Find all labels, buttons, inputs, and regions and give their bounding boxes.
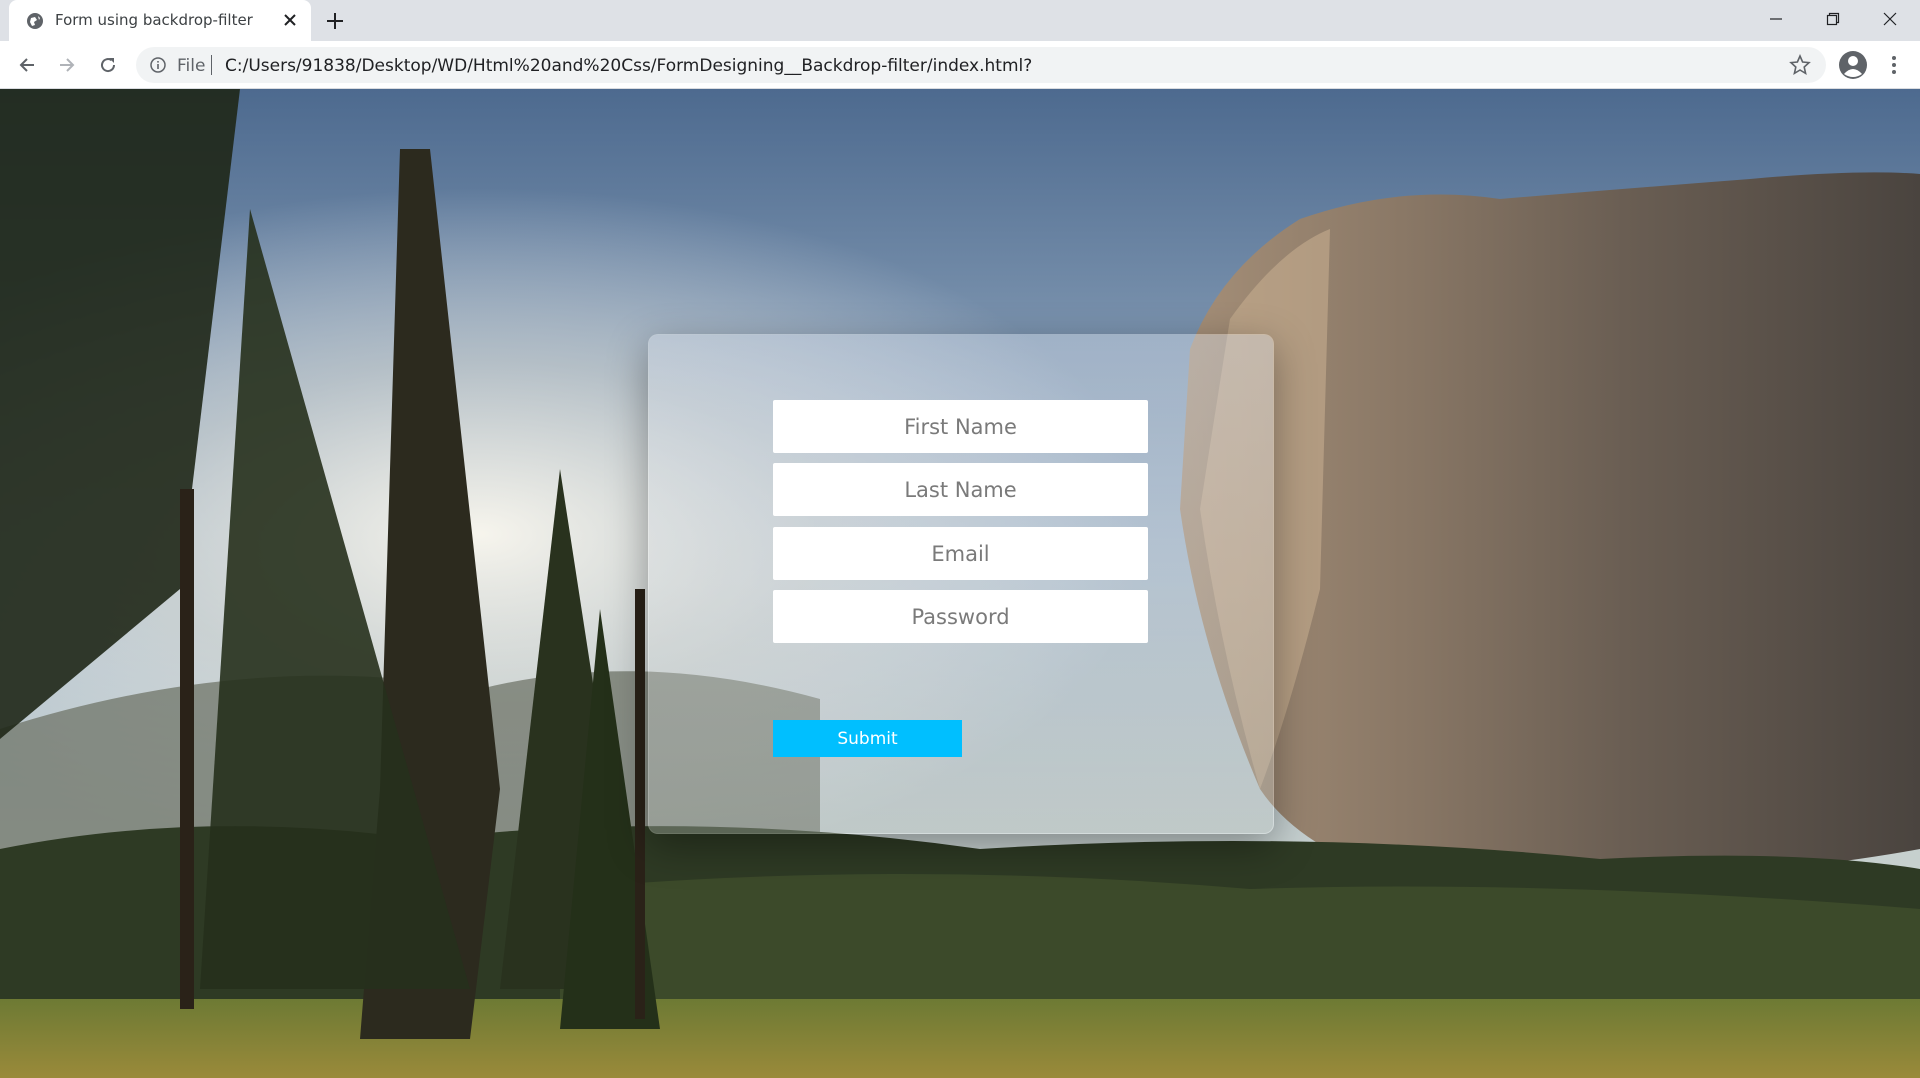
- browser-tab[interactable]: Form using backdrop-filter: [9, 0, 311, 41]
- star-icon[interactable]: [1789, 54, 1811, 76]
- close-icon[interactable]: [281, 11, 299, 29]
- email-input[interactable]: [773, 527, 1148, 580]
- window-close-button[interactable]: [1862, 0, 1918, 38]
- address-separator: [211, 55, 212, 75]
- password-input[interactable]: [773, 590, 1148, 643]
- profile-icon[interactable]: [1838, 50, 1868, 80]
- first-name-input[interactable]: [773, 400, 1148, 453]
- scheme-label: File: [177, 56, 206, 76]
- address-bar[interactable]: File C:/Users/91838/Desktop/WD/Html%20an…: [136, 47, 1826, 83]
- back-arrow-icon: [19, 58, 34, 72]
- last-name-input[interactable]: [773, 463, 1148, 516]
- restore-icon: [1826, 12, 1840, 26]
- url-text[interactable]: C:/Users/91838/Desktop/WD/Html%20and%20C…: [225, 56, 1032, 76]
- reload-button[interactable]: [94, 51, 122, 79]
- reload-icon: [101, 58, 116, 73]
- kebab-menu-button[interactable]: [1882, 51, 1906, 79]
- kebab-menu-icon: [1892, 56, 1896, 74]
- minimize-button[interactable]: [1748, 0, 1804, 38]
- plus-icon[interactable]: [324, 10, 346, 32]
- page-viewport: Submit: [0, 89, 1920, 1078]
- globe-icon: [27, 13, 43, 29]
- back-button[interactable]: [13, 51, 41, 79]
- submit-button[interactable]: Submit: [773, 720, 962, 757]
- tab-title: Form using backdrop-filter: [55, 11, 253, 29]
- window-close-icon: [1883, 12, 1897, 26]
- signup-form-card: Submit: [648, 334, 1274, 834]
- browser-toolbar: File C:/Users/91838/Desktop/WD/Html%20an…: [0, 41, 1920, 89]
- tab-strip: Form using backdrop-filter: [0, 0, 1920, 41]
- forward-arrow-icon: [60, 58, 75, 72]
- info-icon[interactable]: [150, 57, 166, 73]
- restore-button[interactable]: [1805, 0, 1861, 38]
- forward-button[interactable]: [53, 51, 81, 79]
- minimize-icon: [1770, 18, 1782, 20]
